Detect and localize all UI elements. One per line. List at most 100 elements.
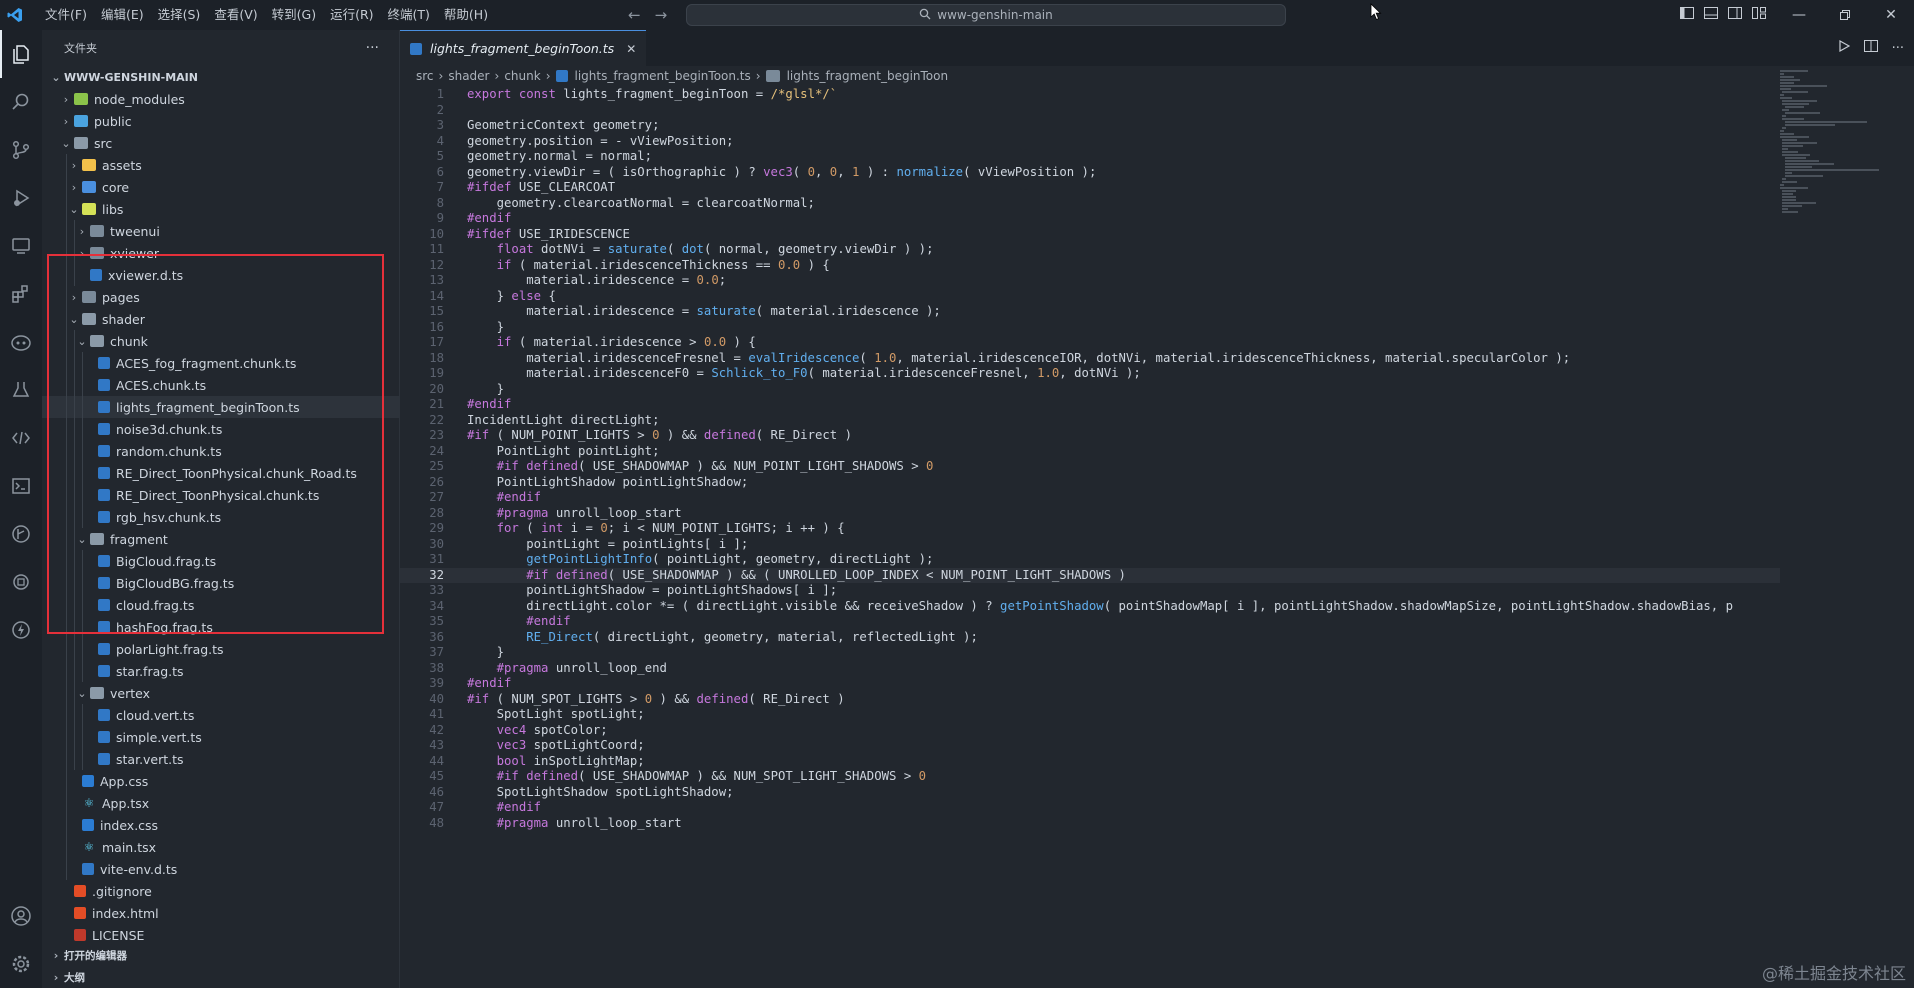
code-line[interactable]: 19 material.iridescenceF0 = Schlick_to_F… [400,366,1780,382]
split-editor-icon[interactable] [1863,40,1878,56]
code-line[interactable]: 17 if ( material.iridescence > 0.0 ) { [400,335,1780,351]
code-line[interactable]: 42 vec4 spotColor; [400,723,1780,739]
tree-folder[interactable]: ⌄ fragment [42,528,399,550]
code-line[interactable]: 46 SpotLightShadow spotLightShadow; [400,785,1780,801]
docker-icon[interactable] [0,558,42,606]
source-control-icon[interactable] [0,126,42,174]
tree-file[interactable]: hashFog.frag.ts [42,616,399,638]
tree-folder[interactable]: ⌄ libs [42,198,399,220]
menu-item[interactable]: 查看(V) [207,0,264,30]
tree-folder[interactable]: › assets [42,154,399,176]
breadcrumb-item[interactable]: lights_fragment_beginToon [787,69,949,83]
tree-file[interactable]: xviewer.d.ts [42,264,399,286]
git-graph-icon[interactable] [0,510,42,558]
menu-item[interactable]: 帮助(H) [437,0,495,30]
code-line[interactable]: 40 #if ( NUM_SPOT_LIGHTS > 0 ) && defined… [400,692,1780,708]
code-line[interactable]: 6 geometry.viewDir = ( isOrthographic ) ?… [400,165,1780,181]
tree-file[interactable]: polarLight.frag.ts [42,638,399,660]
tree-folder[interactable]: › tweenui [42,220,399,242]
tree-file[interactable]: ACES.chunk.ts [42,374,399,396]
code-line[interactable]: 36 RE_Direct( directLight, geometry, mat… [400,630,1780,646]
tab-lights-fragment[interactable]: lights_fragment_beginToon.ts ✕ [400,30,647,66]
tree-folder[interactable]: › node_modules [42,88,399,110]
code-line[interactable]: 30 pointLight = pointLights[ i ]; [400,537,1780,553]
explorer-icon[interactable] [0,30,42,78]
tree-file[interactable]: BigCloudBG.frag.ts [42,572,399,594]
tree-file[interactable]: App.css [42,770,399,792]
menu-item[interactable]: 终端(T) [381,0,437,30]
menu-item[interactable]: 运行(R) [323,0,380,30]
tree-file[interactable]: cloud.frag.ts [42,594,399,616]
tree-file[interactable]: LICENSE [42,924,399,946]
toggle-panel-icon[interactable] [1704,7,1718,23]
breadcrumb-item[interactable]: shader [448,69,489,83]
api-icon[interactable] [0,414,42,462]
code-line[interactable]: 1 export const lights_fragment_beginToon … [400,87,1780,103]
tree-folder[interactable]: ⌄ vertex [42,682,399,704]
close-tab-icon[interactable]: ✕ [626,42,636,56]
breadcrumb-item[interactable]: src [416,69,434,83]
minimap[interactable] [1780,70,1880,290]
code-line[interactable]: 25 #if defined( USE_SHADOWMAP ) && NUM_P… [400,459,1780,475]
minimize-icon[interactable]: — [1776,0,1822,30]
menu-item[interactable]: 编辑(E) [94,0,151,30]
code-line[interactable]: 39 #endif [400,676,1780,692]
code-line[interactable]: 16 } [400,320,1780,336]
menu-item[interactable]: 文件(F) [38,0,94,30]
code-line[interactable]: 38 #pragma unroll_loop_end [400,661,1780,677]
tree-file[interactable]: index.css [42,814,399,836]
code-line[interactable]: 35 #endif [400,614,1780,630]
code-line[interactable]: 32 #if defined( USE_SHADOWMAP ) && ( UNR… [400,567,1780,583]
code-line[interactable]: 12 if ( material.iridescenceThickness ==… [400,258,1780,274]
forward-arrow-icon[interactable]: → [655,6,668,24]
code-line[interactable]: 18 material.iridescenceFresnel = evalIri… [400,351,1780,367]
run-debug-icon[interactable] [0,174,42,222]
code-line[interactable]: 14 } else { [400,289,1780,305]
code-line[interactable]: 10 #ifdef USE_IRIDESCENCE [400,227,1780,243]
run-icon[interactable] [1838,39,1850,56]
code-line[interactable]: 26 PointLightShadow pointLightShadow; [400,475,1780,491]
more-editor-actions-icon[interactable]: ··· [1892,41,1904,56]
breadcrumb-item[interactable]: lights_fragment_beginToon.ts [575,69,751,83]
sidebar-section[interactable]: › 打开的编辑器 [42,944,400,966]
menu-item[interactable]: 转到(G) [265,0,323,30]
tree-file[interactable]: star.vert.ts [42,748,399,770]
tree-file[interactable]: RE_Direct_ToonPhysical.chunk.ts [42,484,399,506]
tree-folder[interactable]: ⌄ chunk [42,330,399,352]
code-line[interactable]: 21 #endif [400,397,1780,413]
code-line[interactable]: 45 #if defined( USE_SHADOWMAP ) && NUM_S… [400,769,1780,785]
tree-file[interactable]: ⚛ App.tsx [42,792,399,814]
code-line[interactable]: 28 #pragma unroll_loop_start [400,506,1780,522]
command-center-search[interactable]: www-genshin-main [686,4,1286,26]
customize-layout-icon[interactable] [1752,7,1766,23]
code-line[interactable]: 24 PointLight pointLight; [400,444,1780,460]
code-line[interactable]: 29 for ( int i = 0; i < NUM_POINT_LIGHTS… [400,521,1780,537]
code-editor[interactable]: 1 export const lights_fragment_beginToon … [400,87,1780,987]
toggle-primary-sidebar-icon[interactable] [1680,7,1694,23]
code-line[interactable]: 9 #endif [400,211,1780,227]
tree-file[interactable]: rgb_hsv.chunk.ts [42,506,399,528]
code-line[interactable]: 15 material.iridescence = saturate( mate… [400,304,1780,320]
tree-file[interactable]: BigCloud.frag.ts [42,550,399,572]
tree-folder[interactable]: › core [42,176,399,198]
testing-icon[interactable] [0,366,42,414]
tree-folder[interactable]: › public [42,110,399,132]
back-arrow-icon[interactable]: ← [628,6,641,24]
tree-file[interactable]: simple.vert.ts [42,726,399,748]
code-line[interactable]: 27 #endif [400,490,1780,506]
breadcrumb-item[interactable]: chunk [504,69,540,83]
code-line[interactable]: 34 directLight.color *= ( directLight.vi… [400,599,1780,615]
code-line[interactable]: 43 vec3 spotLightCoord; [400,738,1780,754]
code-line[interactable]: 3 GeometricContext geometry; [400,118,1780,134]
sidebar-section[interactable]: › 大纲 [42,966,400,988]
workspace-root[interactable]: ⌄ WWW-GENSHIN-MAIN [42,66,399,88]
code-line[interactable]: 5 geometry.normal = normal; [400,149,1780,165]
tree-folder[interactable]: › pages [42,286,399,308]
tree-folder[interactable]: ⌄ shader [42,308,399,330]
restore-icon[interactable] [1822,0,1868,30]
tree-folder[interactable]: ⌄ src [42,132,399,154]
code-line[interactable]: 2 [400,103,1780,119]
tree-file[interactable]: random.chunk.ts [42,440,399,462]
menu-item[interactable]: 选择(S) [151,0,208,30]
search-icon[interactable] [0,78,42,126]
